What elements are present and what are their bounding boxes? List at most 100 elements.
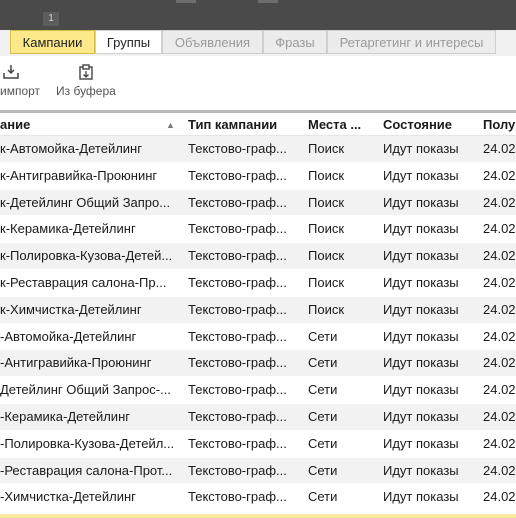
cell-campaign-name: к-Химчистка-Детейлинг bbox=[0, 301, 142, 317]
cell-placement: Поиск bbox=[308, 194, 345, 210]
table-row[interactable]: -Реставрация салона-Прот... Текстово-граф… bbox=[0, 457, 516, 485]
table-row[interactable]: Детейлинг Общий Запрос-... Текстово-граф.… bbox=[0, 377, 516, 404]
cell-state: Идут показы bbox=[383, 355, 459, 371]
cell-placement: Поиск bbox=[308, 301, 345, 317]
cell-received-date: 24.02 bbox=[483, 274, 516, 290]
cell-placement: Поиск bbox=[308, 221, 345, 237]
cell-placement: Сети bbox=[308, 489, 338, 505]
cell-received-date: 24.02 bbox=[483, 141, 516, 156]
column-header-places[interactable]: Места ... bbox=[308, 113, 374, 136]
cell-state: Идут показы bbox=[383, 194, 459, 210]
cell-state: Идут показы bbox=[383, 382, 459, 398]
cell-placement: Поиск bbox=[308, 167, 345, 183]
cell-received-date: 24.02 bbox=[483, 248, 516, 264]
cell-campaign-type: Текстово-граф... bbox=[188, 462, 287, 478]
cell-state: Идут показы bbox=[383, 141, 459, 156]
cell-state: Идут показы bbox=[383, 301, 459, 317]
cell-campaign-type: Текстово-граф... bbox=[188, 489, 287, 505]
cell-received-date: 24.02 bbox=[483, 489, 516, 505]
cell-state: Идут показы bbox=[383, 408, 459, 424]
cell-placement: Поиск bbox=[308, 274, 345, 290]
cell-placement: Поиск bbox=[308, 248, 345, 264]
import-label: импорт bbox=[0, 84, 41, 98]
cell-campaign-type: Текстово-граф... bbox=[188, 355, 287, 371]
cell-placement: Сети bbox=[308, 408, 338, 424]
top-bar-control[interactable] bbox=[176, 0, 196, 3]
cell-received-date: 24.02 bbox=[483, 382, 516, 398]
table-header: ание ▲ Тип кампании Места ... Состояние … bbox=[0, 110, 516, 136]
top-bar-control[interactable] bbox=[258, 0, 278, 3]
cell-campaign-type: Текстово-граф... bbox=[188, 194, 287, 210]
table-body: к-Автомойка-Детейлинг Текстово-граф... Пои… bbox=[0, 136, 516, 512]
table-row[interactable]: -Полировка-Кузова-Детейл... Текстово-граф… bbox=[0, 430, 516, 458]
cell-placement: Поиск bbox=[308, 141, 345, 156]
table-row[interactable]: к-Автомойка-Детейлинг Текстово-граф... Пои… bbox=[0, 136, 516, 163]
import-icon bbox=[3, 65, 19, 79]
cell-received-date: 24.02 bbox=[483, 355, 516, 371]
cell-campaign-type: Текстово-граф... bbox=[188, 141, 287, 156]
sort-ascending-icon[interactable]: ▲ bbox=[166, 120, 175, 130]
cell-campaign-type: Текстово-граф... bbox=[188, 248, 287, 264]
table-row[interactable]: -Антигравийка-Проюнинг Текстово-граф... Се… bbox=[0, 350, 516, 378]
table-row[interactable]: к-Химчистка-Детейлинг Текстово-граф... Пои… bbox=[0, 296, 516, 324]
tab-retargeting[interactable]: Ретаргетинг и интересы bbox=[327, 30, 496, 54]
cell-campaign-name: -Керамика-Детейлинг bbox=[0, 408, 130, 424]
cell-received-date: 24.02 bbox=[483, 167, 516, 183]
table-row[interactable]: к-Антигравийка-Проюнинг Текстово-граф... П… bbox=[0, 162, 516, 190]
cell-campaign-name: -Химчистка-Детейлинг bbox=[0, 489, 136, 505]
tab-groups[interactable]: Группы bbox=[95, 30, 162, 54]
column-header-name[interactable]: ание bbox=[0, 113, 160, 136]
cell-campaign-name: -Автомойка-Детейлинг bbox=[0, 328, 137, 344]
cell-placement: Сети bbox=[308, 382, 338, 398]
cell-campaign-type: Текстово-граф... bbox=[188, 408, 287, 424]
cell-campaign-type: Текстово-граф... bbox=[188, 301, 287, 317]
table-row[interactable]: к-Реставрация салона-Пр... Текстово-граф.… bbox=[0, 269, 516, 297]
cell-campaign-name: -Реставрация салона-Прот... bbox=[0, 462, 173, 478]
cell-state: Идут показы bbox=[383, 489, 459, 505]
column-header-received[interactable]: Полу bbox=[483, 113, 516, 136]
cell-campaign-name: -Антигравийка-Проюнинг bbox=[0, 355, 152, 371]
cell-state: Идут показы bbox=[383, 274, 459, 290]
cell-campaign-type: Текстово-граф... bbox=[188, 274, 287, 290]
table-row[interactable]: -Керамика-Детейлинг Текстово-граф... Сети И… bbox=[0, 403, 516, 431]
cell-campaign-type: Текстово-граф... bbox=[188, 382, 287, 398]
cell-campaign-name: к-Автомойка-Детейлинг bbox=[0, 141, 142, 156]
cell-received-date: 24.02 bbox=[483, 462, 516, 478]
cell-received-date: 24.02 bbox=[483, 435, 516, 451]
cell-campaign-name: к-Керамика-Детейлинг bbox=[0, 221, 136, 237]
cell-campaign-type: Текстово-граф... bbox=[188, 435, 287, 451]
cell-campaign-type: Текстово-граф... bbox=[188, 328, 287, 344]
app-top-bar: 1 bbox=[0, 0, 516, 30]
table-row[interactable]: -Автомойка-Детейлинг Текстово-граф... Сети… bbox=[0, 323, 516, 351]
cell-received-date: 24.02 bbox=[483, 301, 516, 317]
tab-number-badge: 1 bbox=[43, 12, 59, 26]
tab-strip: Кампании Группы Объявления Фразы Ретарге… bbox=[0, 30, 516, 56]
cell-campaign-name: к-Реставрация салона-Пр... bbox=[0, 274, 167, 290]
cell-received-date: 24.02 bbox=[483, 328, 516, 344]
cell-campaign-name: к-Детейлинг Общий Запро... bbox=[0, 194, 171, 210]
table-row[interactable]: к-Детейлинг Общий Запро... Текстово-граф.… bbox=[0, 189, 516, 217]
cell-placement: Сети bbox=[308, 462, 338, 478]
tab-campaigns[interactable]: Кампании bbox=[10, 30, 95, 54]
cell-state: Идут показы bbox=[383, 328, 459, 344]
cell-state: Идут показы bbox=[383, 435, 459, 451]
cell-placement: Сети bbox=[308, 435, 338, 451]
toolbar: импорт Из буфера bbox=[0, 56, 516, 110]
cell-state: Идут показы bbox=[383, 167, 459, 183]
cell-received-date: 24.02 bbox=[483, 221, 516, 237]
tab-phrases[interactable]: Фразы bbox=[263, 30, 327, 54]
paste-from-buffer-button[interactable]: Из буфера bbox=[56, 64, 120, 104]
column-header-state[interactable]: Состояние bbox=[383, 113, 475, 136]
cell-received-date: 24.02 bbox=[483, 408, 516, 424]
tab-ads[interactable]: Объявления bbox=[162, 30, 263, 54]
cell-state: Идут показы bbox=[383, 221, 459, 237]
column-header-type[interactable]: Тип кампании bbox=[188, 113, 298, 136]
import-button[interactable]: импорт bbox=[0, 64, 40, 104]
cell-campaign-type: Текстово-граф... bbox=[188, 167, 287, 183]
table-row[interactable]: к-Полировка-Кузова-Детей... Текстово-граф… bbox=[0, 243, 516, 270]
bottom-highlight-bar bbox=[0, 514, 516, 518]
table-row[interactable]: -Химчистка-Детейлинг Текстово-граф... Сети… bbox=[0, 484, 516, 512]
paste-from-buffer-icon bbox=[79, 64, 93, 80]
cell-state: Идут показы bbox=[383, 462, 459, 478]
table-row[interactable]: к-Керамика-Детейлинг Текстово-граф... Поис… bbox=[0, 216, 516, 244]
